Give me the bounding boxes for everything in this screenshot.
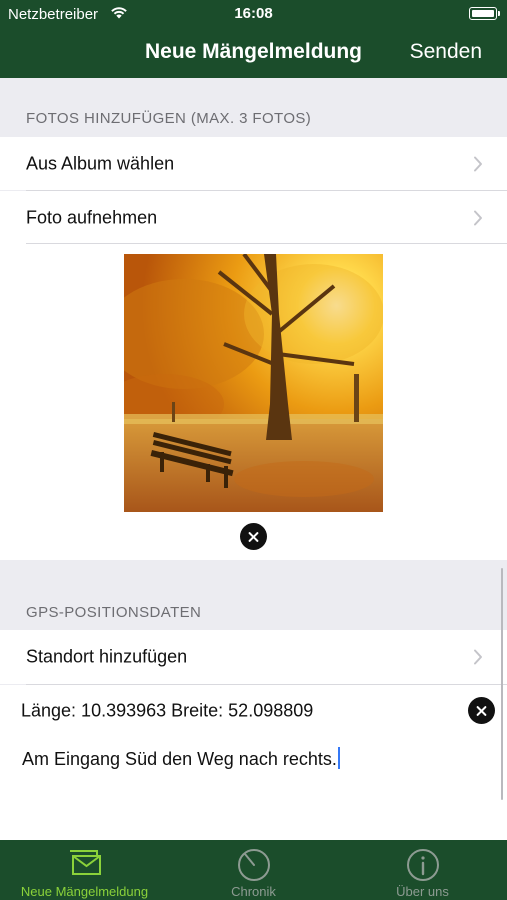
clock-label: 16:08 <box>234 5 273 22</box>
chevron-right-icon <box>474 156 482 171</box>
tab-bar: Neue Mängelmeldung Chronik Über uns <box>0 840 507 900</box>
choose-from-album-label: Aus Album wählen <box>26 153 175 173</box>
chevron-right-icon <box>474 649 482 665</box>
battery-icon <box>469 7 497 20</box>
coordinates-label: Länge: 10.393963 Breite: 52.098809 <box>21 700 314 721</box>
navigation-bar: Neue Mängelmeldung Senden <box>0 28 507 78</box>
add-location-cell[interactable]: Standort hinzufügen <box>0 630 507 684</box>
chevron-right-icon <box>474 210 482 225</box>
photo-thumbnail[interactable] <box>124 254 383 512</box>
battery-tip <box>498 11 500 16</box>
gps-section-header: GPS-POSITIONSDATEN <box>26 604 202 621</box>
take-photo-label: Foto aufnehmen <box>26 207 158 227</box>
info-icon <box>406 849 439 881</box>
photos-section-header: FOTOS HINZUFÜGEN (MAX. 3 FOTOS) <box>26 110 312 127</box>
text-cursor <box>337 747 340 769</box>
coordinates-row: Länge: 10.393963 Breite: 52.098809 <box>0 685 507 737</box>
tab-new-report-label: Neue Mängelmeldung <box>20 884 149 899</box>
tab-history[interactable]: Chronik <box>169 840 338 900</box>
tab-history-label: Chronik <box>231 884 276 899</box>
send-button[interactable]: Senden <box>410 40 482 64</box>
photo-preview-area <box>0 244 507 560</box>
remove-photo-button[interactable] <box>240 523 267 550</box>
envelope-icon <box>69 850 101 875</box>
take-photo-cell[interactable]: Foto aufnehmen <box>0 191 507 244</box>
remove-location-button[interactable] <box>468 697 495 724</box>
status-bar: Netzbetreiber 16:08 <box>0 0 507 28</box>
tab-about[interactable]: Über uns <box>338 840 507 900</box>
clock-icon <box>237 849 270 881</box>
add-location-label: Standort hinzufügen <box>26 646 188 667</box>
choose-from-album-cell[interactable]: Aus Album wählen <box>0 137 507 190</box>
note-text: Am Eingang Süd den Weg nach rechts. <box>22 749 337 769</box>
tab-new-report[interactable]: Neue Mängelmeldung <box>0 840 169 900</box>
scrollbar[interactable] <box>501 568 503 800</box>
note-textarea[interactable]: Am Eingang Süd den Weg nach rechts. <box>0 737 507 840</box>
tab-about-label: Über uns <box>396 884 449 899</box>
